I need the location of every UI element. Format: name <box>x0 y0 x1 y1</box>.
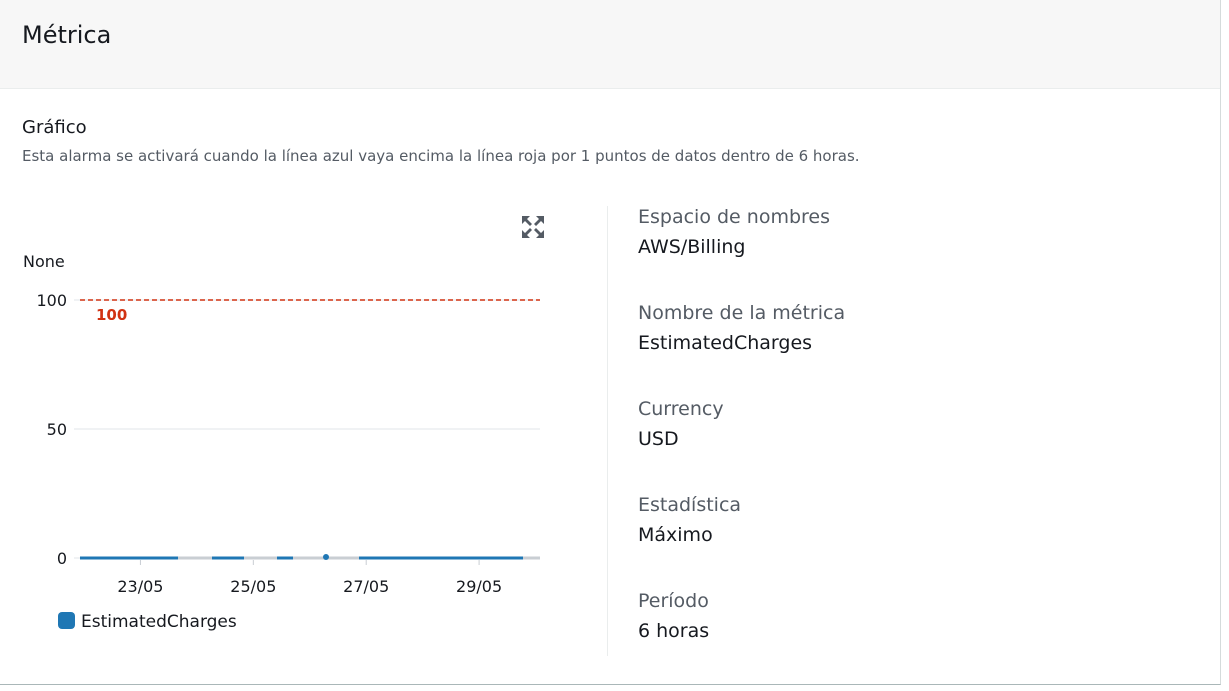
y-axis-label: None <box>23 252 65 271</box>
graph-description: Esta alarma se activará cuando la línea … <box>22 147 860 165</box>
expand-arrows-icon[interactable] <box>519 213 547 241</box>
detail-key: Estadística <box>638 494 742 516</box>
panel-header: Métrica <box>0 0 1220 89</box>
detail-value: Máximo <box>638 524 713 546</box>
detail-key: Espacio de nombres <box>638 206 831 228</box>
detail-item: Período 6 horas <box>638 590 709 642</box>
detail-item: Nombre de la métrica EstimatedCharges <box>638 302 845 354</box>
legend-label: EstimatedCharges <box>81 612 237 632</box>
detail-value: 6 horas <box>638 620 710 642</box>
detail-value: USD <box>638 428 679 450</box>
detail-item: Currency USD <box>638 398 724 450</box>
series-point <box>323 554 329 560</box>
x-tick-label: 29/05 <box>456 577 502 596</box>
detail-item: Espacio de nombres AWS/Billing <box>638 206 830 258</box>
metric-panel: Métrica Gráfico Esta alarma se activará … <box>0 0 1221 685</box>
page-title: Métrica <box>22 21 112 49</box>
column-divider <box>607 206 608 656</box>
threshold-label: 100 <box>96 306 127 324</box>
detail-key: Currency <box>638 398 724 420</box>
detail-value: EstimatedCharges <box>638 332 813 354</box>
legend-swatch <box>58 612 75 629</box>
x-tick-label: 25/05 <box>230 577 276 596</box>
detail-key: Período <box>638 590 709 612</box>
graph-title: Gráfico <box>22 117 87 138</box>
y-tick-label: 100 <box>36 291 67 310</box>
y-tick-label: 50 <box>47 420 67 439</box>
detail-key: Nombre de la métrica <box>638 302 846 324</box>
x-tick-label: 23/05 <box>117 577 163 596</box>
x-tick-label: 27/05 <box>343 577 389 596</box>
detail-item: Estadística Máximo <box>638 494 741 546</box>
detail-value: AWS/Billing <box>638 236 746 258</box>
metric-chart: None 100 50 0 23/05 25/05 27/05 29/05 100 Estimat… <box>23 252 540 632</box>
y-tick-label: 0 <box>57 549 67 568</box>
